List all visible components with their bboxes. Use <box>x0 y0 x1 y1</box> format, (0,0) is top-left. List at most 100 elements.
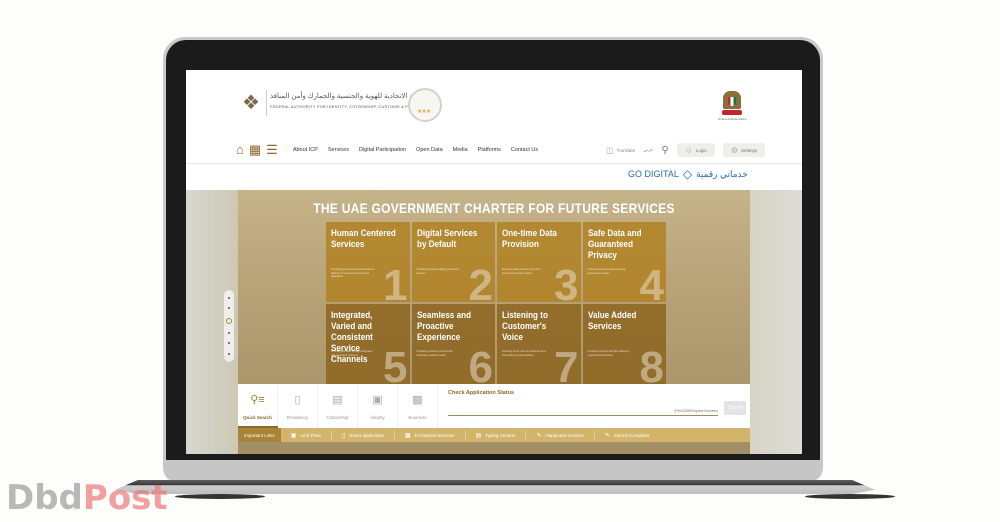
link-label: Smart application <box>349 432 385 438</box>
tile-title: Safe Data and Guaranteed Privacy <box>587 228 642 260</box>
business-icon: ▩ <box>412 393 423 406</box>
check-button[interactable]: Check <box>724 401 746 415</box>
nav-services[interactable]: Services <box>328 147 349 153</box>
laptop-base <box>115 480 875 494</box>
application-number-input[interactable] <box>448 406 718 416</box>
uae-emblem-icon: United Arab Emirates <box>718 87 747 121</box>
important-links-bar: Important Links ▣ UAE Pass ▯ Smart appli… <box>238 428 750 442</box>
tab-business[interactable]: ▩ Business <box>398 384 438 428</box>
slider-pagination <box>224 290 234 362</box>
charter-tile[interactable]: Safe Data and Guaranteed Privacy Protect… <box>582 222 666 303</box>
charter-tile[interactable]: Listening to Customer's Voice Listening … <box>497 304 581 384</box>
tab-label: Business <box>408 414 427 420</box>
tile-description: Providing proactive digital government s… <box>416 268 459 275</box>
link-smart-application[interactable]: ▯ Smart application <box>332 431 396 439</box>
link-e-channel-services[interactable]: ▩ E-Channel Services <box>395 431 466 439</box>
tab-label: Citizenship <box>326 414 349 420</box>
stage: ❖ الهيئة الاتحادية للهوية والجنسية والجم… <box>0 0 1000 522</box>
login-label: Login <box>695 147 707 153</box>
emblem-flag-shield <box>728 97 736 106</box>
translate-label: Translate <box>616 147 636 153</box>
link-typing-centers[interactable]: ▤ Typing Centers <box>466 431 527 439</box>
tile-number: 6 <box>468 343 493 385</box>
logo-divider <box>266 90 267 116</box>
link-label: Submit Complaint <box>613 432 650 438</box>
nav-contact-us[interactable]: Contact Us <box>511 147 538 153</box>
slide-dot-active[interactable] <box>226 317 232 324</box>
nav-open-data[interactable]: Open Data <box>416 147 443 153</box>
header-utilities: ◫ Translate عربي ⚲ ☺ Login ⚙ Settings <box>606 142 766 158</box>
link-label: Typing Centers <box>485 432 516 438</box>
link-uae-pass[interactable]: ▣ UAE Pass <box>281 431 332 439</box>
nav-media[interactable]: Media <box>453 147 468 153</box>
tile-title: Listening to Customer's Voice <box>502 310 548 342</box>
tile-description: Providing proactive services that antici… <box>416 350 453 357</box>
residency-icon: ▯ <box>294 393 301 406</box>
slide-dot[interactable] <box>228 332 230 335</box>
charter-tile[interactable]: Human Centered Services Providing govern… <box>326 222 410 302</box>
tab-quick-search[interactable]: ⚲≡ Quick Search <box>238 384 278 428</box>
smartphone-icon: ▯ <box>341 432 346 439</box>
link-submit-complaint[interactable]: ✎ Submit Complaint <box>595 431 660 439</box>
tile-number: 1 <box>383 261 408 303</box>
stars-icon: ★★★ <box>417 109 431 115</box>
charter-tile[interactable]: Digital Services by Default Providing pr… <box>411 222 495 303</box>
charter-tile[interactable]: Value Added Services Providing services … <box>582 304 666 384</box>
tile-description: Listening to the voice of customers and … <box>502 350 546 357</box>
emblem-label: United Arab Emirates <box>718 117 747 121</box>
link-label: Happiness Centers <box>545 432 584 438</box>
tile-description: Providing services that offer efficiency… <box>587 350 630 357</box>
charter-tile[interactable]: Integrated, Varied and Consistent Servic… <box>326 304 410 384</box>
laptop-screen: ❖ الهيئة الاتحادية للهوية والجنسية والجم… <box>186 70 802 454</box>
tab-label: Quick Search <box>243 414 272 420</box>
complaint-icon: ✎ <box>604 432 610 439</box>
tile-title: Seamless and Proactive Experience <box>416 310 471 342</box>
slide-dot[interactable] <box>228 307 230 310</box>
happiness-icon: ✎ <box>536 432 542 439</box>
tile-title: One-time Data Provision <box>502 228 557 249</box>
laptop-foot <box>805 494 895 499</box>
translate-button[interactable]: ◫ Translate <box>606 146 635 155</box>
grid-icon[interactable]: ▦ <box>249 142 261 158</box>
tab-citizenship[interactable]: ▤ Citizenship <box>318 384 358 428</box>
gear-icon: ⚙ <box>730 145 739 155</box>
link-label: E-Channel Services <box>414 432 455 438</box>
check-status-title: Check Application Status <box>448 390 515 396</box>
slide-dot[interactable] <box>228 297 230 300</box>
tab-residency[interactable]: ▯ Residency <box>278 384 318 428</box>
search-icon[interactable]: ⚲ <box>661 145 668 156</box>
tile-description: Providing services through integrated an… <box>331 350 373 357</box>
tile-description: Protecting the data shared among governm… <box>587 268 626 275</box>
charter-tile[interactable]: One-time Data Provision Requiring data p… <box>497 222 581 302</box>
check-application-status: Check Application Status Check <box>438 384 750 428</box>
link-label: UAE Pass <box>300 432 321 438</box>
menu-icon[interactable]: ☰ <box>266 142 278 158</box>
icp-logo-icon[interactable]: ❖ <box>238 90 264 118</box>
tile-description: Providing government services that are t… <box>331 268 375 278</box>
go-digital-ar: خدماتي رقمية <box>696 168 748 179</box>
typing-center-icon: ▤ <box>475 432 482 439</box>
tab-label: Identity <box>370 414 385 420</box>
slide-dot[interactable] <box>228 352 230 355</box>
slide-dot[interactable] <box>228 342 230 345</box>
language-toggle[interactable]: عربي <box>643 147 653 153</box>
header-divider <box>186 163 802 164</box>
nav-digital-participation[interactable]: Digital Participation <box>359 147 406 153</box>
settings-button[interactable]: ⚙ Settings <box>722 143 766 157</box>
user-icon: ☺ <box>684 145 693 155</box>
citizenship-icon: ▤ <box>332 393 343 406</box>
nav-platforms[interactable]: Platforms <box>478 147 501 153</box>
login-button[interactable]: ☺ Login <box>676 143 715 157</box>
tab-identity[interactable]: ▣ Identity <box>358 384 398 428</box>
site-header: ❖ الهيئة الاتحادية للهوية والجنسية والجم… <box>186 70 802 190</box>
link-happiness-centers[interactable]: ✎ Happiness Centers <box>526 431 595 439</box>
quick-search-panel: ⚲≡ Quick Search ▯ Residency ▤ Citizenshi… <box>238 384 750 428</box>
tile-number: 5 <box>383 343 408 385</box>
nav-about-icp[interactable]: About ICP <box>293 147 318 153</box>
home-icon[interactable]: ⌂ <box>236 142 244 158</box>
go-digital-banner[interactable]: GO DIGITAL ◇ خدماتي رقمية <box>628 167 748 181</box>
tile-number: 4 <box>639 261 664 303</box>
tile-number: 2 <box>468 261 493 303</box>
charter-tile[interactable]: Seamless and Proactive Experience Provid… <box>411 304 495 385</box>
identity-icon: ▣ <box>372 393 383 406</box>
